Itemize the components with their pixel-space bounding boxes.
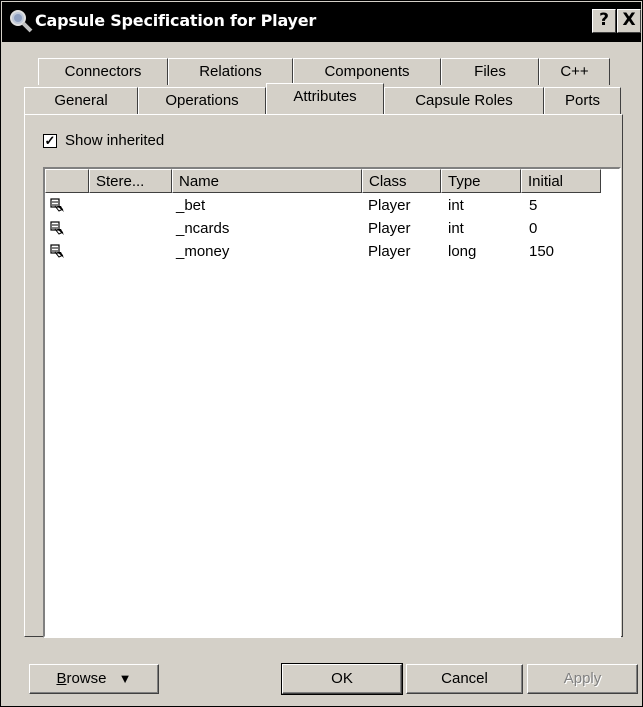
show-inherited-checkbox[interactable]: ✓ [43, 134, 57, 148]
browse-button[interactable]: Browse ▼ [29, 664, 159, 694]
ok-button[interactable]: OK [281, 663, 403, 695]
cell-initial: 0 [529, 220, 538, 237]
cell-initial: 150 [529, 243, 555, 260]
attribute-icon [50, 198, 64, 212]
dropdown-arrow-icon: ▼ [118, 671, 132, 686]
window-title: Capsule Specification for Player [35, 11, 317, 30]
table-row[interactable]: _bet Player int 5 [45, 195, 619, 218]
cell-type: int [448, 220, 464, 237]
show-inherited-label: Show inherited [65, 132, 165, 149]
tab-connectors[interactable]: Connectors [38, 58, 168, 85]
column-header-name[interactable]: Name [172, 169, 362, 193]
title-bar[interactable]: Capsule Specification for Player ? X [2, 2, 641, 42]
dialog-window: Capsule Specification for Player ? X Con… [0, 0, 643, 707]
column-header-class[interactable]: Class [362, 169, 441, 193]
column-header-stereotype[interactable]: Stere... [89, 169, 172, 193]
cell-type: int [448, 197, 464, 214]
tab-files[interactable]: Files [441, 58, 539, 85]
tab-general[interactable]: General [24, 87, 138, 114]
list-header: Stere... Name Class Type Initial [45, 169, 619, 193]
apply-button[interactable]: Apply [527, 664, 638, 694]
table-row[interactable]: _money Player long 150 [45, 241, 619, 264]
table-row[interactable]: _ncards Player int 0 [45, 218, 619, 241]
help-button[interactable]: ? [592, 9, 616, 33]
cell-type: long [448, 243, 477, 260]
tab-cpp[interactable]: C++ [539, 58, 610, 85]
tab-operations[interactable]: Operations [138, 87, 266, 114]
attribute-icon [50, 244, 64, 258]
cell-class: Player [368, 220, 411, 237]
cell-class: Player [368, 197, 411, 214]
tab-capsule-roles[interactable]: Capsule Roles [384, 87, 544, 114]
close-button[interactable]: X [617, 9, 641, 33]
browse-mnemonic: B [56, 670, 67, 687]
column-header-initial[interactable]: Initial [521, 169, 601, 193]
tab-relations[interactable]: Relations [168, 58, 293, 85]
cancel-button[interactable]: Cancel [406, 664, 523, 694]
cell-initial: 5 [529, 197, 538, 214]
cell-name: _money [176, 243, 230, 260]
tab-components[interactable]: Components [293, 58, 441, 85]
magnifier-icon [10, 10, 33, 33]
attributes-list[interactable]: Stere... Name Class Type Initial _bet Pl… [43, 167, 621, 638]
cell-name: _ncards [176, 220, 230, 237]
column-header-type[interactable]: Type [441, 169, 521, 193]
cell-name: _bet [176, 197, 206, 214]
attribute-icon [50, 221, 64, 235]
cell-class: Player [368, 243, 411, 260]
column-header-icon[interactable] [45, 169, 89, 193]
tab-ports[interactable]: Ports [544, 87, 621, 114]
browse-label: rowse [66, 670, 107, 687]
tab-attributes[interactable]: Attributes [266, 83, 384, 114]
